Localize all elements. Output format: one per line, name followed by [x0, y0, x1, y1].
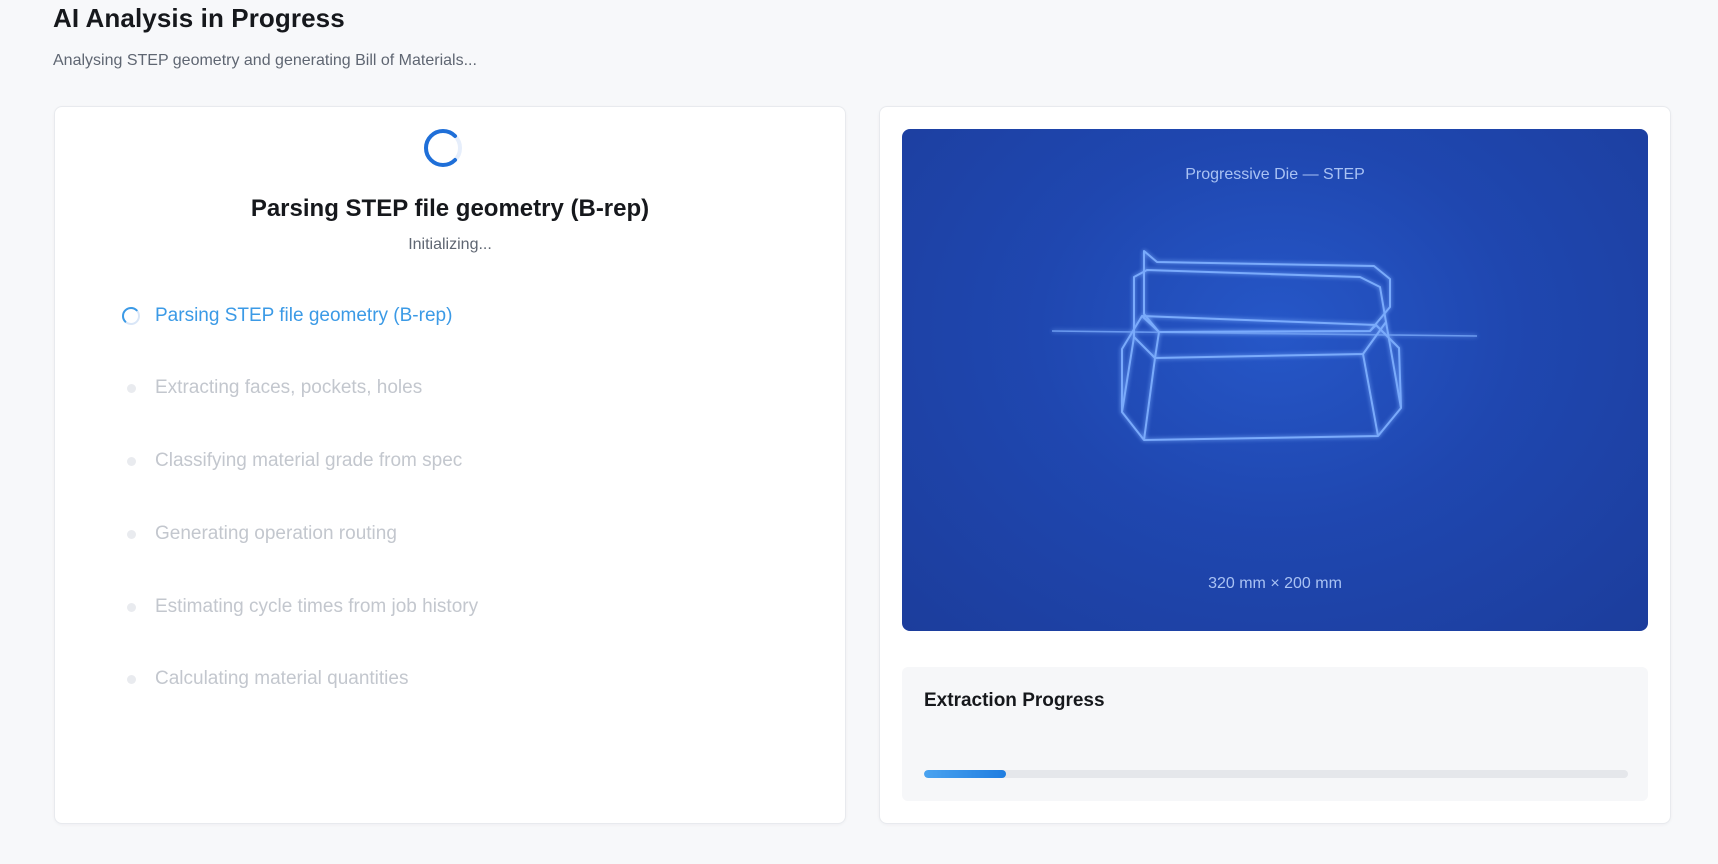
current-step-status: Initializing...	[408, 236, 492, 253]
dot-icon	[118, 666, 144, 692]
loading-spinner-icon	[118, 303, 144, 329]
progress-label: Extraction Progress	[924, 690, 1105, 711]
extraction-progress-panel: Extraction Progress	[902, 667, 1648, 801]
step-item-parsing-geometry: Parsing STEP file geometry (B-rep)	[118, 301, 452, 331]
dot-icon	[118, 448, 144, 474]
step-item-cycle-times: Estimating cycle times from job history	[118, 592, 478, 622]
page-title: AI Analysis in Progress	[53, 3, 345, 33]
dot-icon	[118, 375, 144, 401]
progress-bar-fill	[924, 770, 1007, 778]
dot-icon	[118, 521, 144, 547]
step-item-classifying-material: Classifying material grade from spec	[118, 446, 462, 476]
model-preview-card: Progressive Die — STEP 320 mm × 200 mm E…	[879, 106, 1671, 824]
step-item-material-quantities: Calculating material quantities	[118, 664, 408, 694]
current-step-title: Parsing STEP file geometry (B-rep)	[250, 195, 650, 222]
step-label: Generating operation routing	[155, 523, 397, 544]
preview-dimensions: 320 mm × 200 mm	[1208, 575, 1342, 592]
analysis-steps-card: Parsing STEP file geometry (B-rep) Initi…	[54, 106, 846, 824]
loading-spinner-icon	[424, 129, 462, 167]
step-label: Calculating material quantities	[155, 668, 409, 689]
step-label: Extracting faces, pockets, holes	[155, 377, 423, 398]
dot-icon	[118, 594, 144, 620]
page-subtitle: Analysing STEP geometry and generating B…	[53, 52, 477, 69]
preview-title: Progressive Die — STEP	[1185, 166, 1365, 183]
die-wireframe-model	[1051, 250, 1478, 441]
step-label: Estimating cycle times from job history	[155, 596, 479, 617]
step-model-preview: Progressive Die — STEP 320 mm × 200 mm	[902, 129, 1648, 631]
step-label: Classifying material grade from spec	[155, 450, 463, 471]
step-label: Parsing STEP file geometry (B-rep)	[155, 305, 453, 326]
step-item-operation-routing: Generating operation routing	[118, 519, 397, 549]
step-item-extracting-faces: Extracting faces, pockets, holes	[118, 373, 422, 403]
progress-bar	[924, 770, 1628, 778]
